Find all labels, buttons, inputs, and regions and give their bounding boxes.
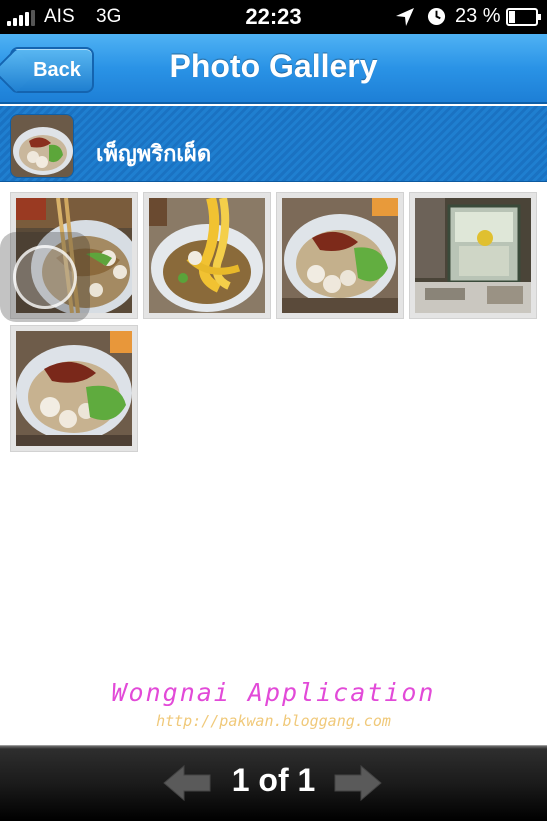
restaurant-name: เพ็ญพริกเผ็ด <box>96 141 212 166</box>
assistive-touch-button[interactable] <box>0 232 90 322</box>
watermark-title: Wongnai Application <box>111 678 436 707</box>
photo-5-image <box>16 331 132 446</box>
photo-thumbnail-5[interactable] <box>10 325 138 452</box>
photo-thumbnail-2[interactable] <box>143 192 271 319</box>
photo-thumbnail-4[interactable] <box>409 192 537 319</box>
restaurant-thumbnail <box>10 114 74 178</box>
watermark-url: http://pakwan.bloggang.com <box>156 712 391 730</box>
navigation-bar: Back Photo Gallery <box>0 34 547 104</box>
next-arrow-icon[interactable] <box>333 764 383 802</box>
location-icon <box>396 8 414 26</box>
photo-thumbnail-3[interactable] <box>276 192 404 319</box>
status-bar: AIS 3G 22:23 23 % <box>0 0 547 34</box>
battery-icon <box>506 8 541 26</box>
photo-4-image <box>415 198 531 313</box>
photo-grid <box>0 182 547 462</box>
restaurant-header: เพ็ญพริกเผ็ด <box>0 106 547 182</box>
battery-percent: 23 % <box>455 5 501 27</box>
bottom-toolbar: 1 of 1 <box>0 745 547 821</box>
photo-3-image <box>282 198 398 313</box>
page-title: Photo Gallery <box>169 48 378 84</box>
alarm-icon <box>427 7 446 26</box>
page-indicator: 1 of 1 <box>231 762 316 798</box>
assistive-touch-ring-icon <box>13 245 77 309</box>
photo-2-image <box>149 198 265 313</box>
